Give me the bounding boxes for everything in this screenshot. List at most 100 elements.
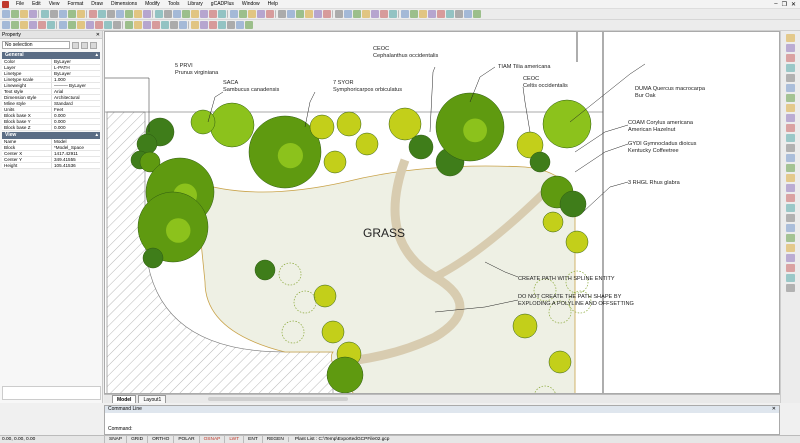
toolbar-tool-icon[interactable]: [191, 21, 199, 29]
status-toggle-grid[interactable]: GRID: [126, 436, 147, 443]
menu-view[interactable]: View: [45, 0, 64, 9]
close-icon[interactable]: ✕: [791, 1, 796, 8]
toolbar-tool-icon[interactable]: [218, 10, 226, 18]
toolbar-tool-icon[interactable]: [257, 10, 265, 18]
toolbar-tool-icon[interactable]: [59, 10, 67, 18]
toolbar-tool-icon[interactable]: [323, 10, 331, 18]
toolbar-tool-icon[interactable]: [50, 10, 58, 18]
status-toggle-osnap[interactable]: OSNAP: [198, 436, 225, 443]
command-prompt[interactable]: Command:: [108, 426, 132, 432]
modify-tool-icon[interactable]: [786, 204, 795, 212]
property-value[interactable]: ——— ByLayer: [52, 83, 100, 88]
view-section-header[interactable]: View ▴: [2, 132, 100, 139]
toolbar-tool-icon[interactable]: [278, 10, 286, 18]
modify-tool-icon[interactable]: [786, 114, 795, 122]
collapse-icon[interactable]: ▴: [95, 132, 100, 139]
modify-tool-icon[interactable]: [786, 164, 795, 172]
pickadd-icon[interactable]: [90, 41, 97, 49]
toolbar-tool-icon[interactable]: [20, 10, 28, 18]
toolbar-tool-icon[interactable]: [11, 10, 19, 18]
toolbar-tool-icon[interactable]: [47, 21, 55, 29]
modify-tool-icon[interactable]: [786, 174, 795, 182]
property-value[interactable]: Feet: [52, 107, 100, 112]
general-property-row[interactable]: Block base Z 0.000: [2, 125, 100, 131]
toolbar-tool-icon[interactable]: [173, 10, 181, 18]
menu-help[interactable]: Help: [264, 0, 282, 9]
property-value[interactable]: Standard: [52, 101, 100, 106]
toolbar-tool-icon[interactable]: [29, 10, 37, 18]
toolbar-tool-icon[interactable]: [410, 10, 418, 18]
menu-file[interactable]: File: [12, 0, 28, 9]
menu-gcadplus[interactable]: gCADPlus: [207, 0, 238, 9]
property-value[interactable]: ByLayer: [52, 71, 100, 76]
toolbar-tool-icon[interactable]: [227, 21, 235, 29]
status-toggle-ortho[interactable]: ORTHO: [147, 436, 173, 443]
toolbar-tool-icon[interactable]: [344, 10, 352, 18]
property-value[interactable]: 1.000: [52, 77, 100, 82]
toolbar-tool-icon[interactable]: [89, 10, 97, 18]
toolbar-tool-icon[interactable]: [179, 21, 187, 29]
toolbar-tool-icon[interactable]: [86, 21, 94, 29]
select-objects-icon[interactable]: [81, 41, 88, 49]
toolbar-tool-icon[interactable]: [362, 10, 370, 18]
status-toggle-lwt[interactable]: LWT: [224, 436, 243, 443]
toolbar-tool-icon[interactable]: [68, 10, 76, 18]
modify-tool-icon[interactable]: [786, 184, 795, 192]
toolbar-tool-icon[interactable]: [41, 10, 49, 18]
toolbar-tool-icon[interactable]: [446, 10, 454, 18]
property-value[interactable]: Model: [52, 139, 100, 144]
toolbar-tool-icon[interactable]: [473, 10, 481, 18]
close-icon[interactable]: ✕: [96, 32, 100, 38]
tab-layout1[interactable]: Layout1: [138, 395, 167, 403]
toolbar-tool-icon[interactable]: [152, 21, 160, 29]
toolbar-tool-icon[interactable]: [107, 10, 115, 18]
toolbar-tool-icon[interactable]: [248, 10, 256, 18]
toolbar-tool-icon[interactable]: [236, 21, 244, 29]
toolbar-tool-icon[interactable]: [182, 10, 190, 18]
menu-dimensions[interactable]: Dimensions: [107, 0, 141, 9]
toolbar-tool-icon[interactable]: [380, 10, 388, 18]
toolbar-tool-icon[interactable]: [155, 10, 163, 18]
toolbar-tool-icon[interactable]: [353, 10, 361, 18]
toolbar-tool-icon[interactable]: [38, 21, 46, 29]
toolbar-tool-icon[interactable]: [218, 21, 226, 29]
menu-modify[interactable]: Modify: [141, 0, 164, 9]
property-value[interactable]: 0.000: [52, 125, 100, 130]
toolbar-tool-icon[interactable]: [245, 21, 253, 29]
toolbar-tool-icon[interactable]: [98, 10, 106, 18]
modify-tool-icon[interactable]: [786, 104, 795, 112]
property-value[interactable]: *Model_Space: [52, 145, 100, 150]
toolbar-tool-icon[interactable]: [125, 10, 133, 18]
modify-tool-icon[interactable]: [786, 264, 795, 272]
toolbar-tool-icon[interactable]: [77, 10, 85, 18]
horizontal-scrollbar[interactable]: [208, 397, 349, 401]
modify-tool-icon[interactable]: [786, 254, 795, 262]
toolbar-tool-icon[interactable]: [266, 10, 274, 18]
menu-tools[interactable]: Tools: [164, 0, 184, 9]
property-value[interactable]: Arial: [52, 89, 100, 94]
modify-tool-icon[interactable]: [786, 134, 795, 142]
toolbar-tool-icon[interactable]: [95, 21, 103, 29]
modify-tool-icon[interactable]: [786, 224, 795, 232]
property-value[interactable]: 105.41536: [52, 163, 100, 168]
modify-tool-icon[interactable]: [786, 54, 795, 62]
modify-tool-icon[interactable]: [786, 194, 795, 202]
modify-tool-icon[interactable]: [786, 84, 795, 92]
property-value[interactable]: L-PATH: [52, 65, 100, 70]
modify-tool-icon[interactable]: [786, 214, 795, 222]
menu-draw[interactable]: Draw: [87, 0, 107, 9]
toolbar-tool-icon[interactable]: [200, 21, 208, 29]
toolbar-tool-icon[interactable]: [455, 10, 463, 18]
toolbar-tool-icon[interactable]: [239, 10, 247, 18]
toolbar-tool-icon[interactable]: [200, 10, 208, 18]
toolbar-tool-icon[interactable]: [29, 21, 37, 29]
toolbar-tool-icon[interactable]: [143, 21, 151, 29]
toolbar-tool-icon[interactable]: [191, 10, 199, 18]
property-value[interactable]: 349.41555: [52, 157, 100, 162]
toolbar-tool-icon[interactable]: [305, 10, 313, 18]
status-toggle-ent[interactable]: ENT: [243, 436, 262, 443]
collapse-icon[interactable]: ▴: [95, 52, 100, 59]
property-value[interactable]: 0.000: [52, 113, 100, 118]
toolbar-tool-icon[interactable]: [77, 21, 85, 29]
modify-tool-icon[interactable]: [786, 154, 795, 162]
